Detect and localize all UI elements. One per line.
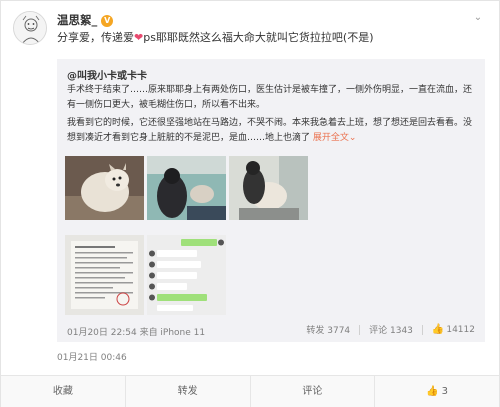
- chat-screenshot: [147, 235, 226, 315]
- post-image-4[interactable]: [65, 235, 144, 315]
- username[interactable]: 温思絮_ V: [57, 12, 114, 28]
- like-count: 3: [441, 386, 449, 397]
- post-image-5[interactable]: [147, 235, 226, 315]
- stat-divider: [421, 324, 423, 335]
- more-options-icon[interactable]: ⌄: [471, 13, 485, 23]
- avatar[interactable]: [13, 11, 47, 45]
- original-comment-count[interactable]: 评论 1343: [369, 323, 413, 336]
- like-button[interactable]: 👍 3: [375, 376, 499, 407]
- vet-clinic-photo-1: [147, 156, 226, 220]
- expand-label[interactable]: 展开全文: [313, 133, 349, 143]
- forward-button[interactable]: 转发: [126, 376, 251, 407]
- forward-label: 转发: [177, 386, 198, 397]
- verified-badge-icon: V: [101, 14, 114, 27]
- dog-photo: [65, 156, 144, 220]
- post-text: 分享爱，传递爱❤ps耶耶既然这么福大命大就叫它货拉拉吧(不是): [57, 30, 487, 46]
- original-paragraph-1: 手术终于结束了……原来耶耶身上有两处伤口，医生估计是被车撞了，一侧外伤明显，一直…: [67, 85, 473, 110]
- original-post-stats: 转发 3774 评论 1343 👍 14112: [306, 323, 475, 336]
- thumbs-up-icon: 👍: [426, 386, 439, 397]
- post-image-2[interactable]: [147, 156, 226, 220]
- medical-document-photo: [65, 235, 144, 315]
- expand-full-text-link[interactable]: 展开全文⌄: [313, 133, 357, 143]
- stat-divider: [359, 324, 361, 335]
- original-paragraph-2-text: 我看到它的时候，它还很坚强地站在马路边，不哭不闹。本来我急着去上班，想了想还是回…: [67, 118, 473, 143]
- original-post-meta: 01月20日 22:54 来自 iPhone 11: [67, 328, 206, 338]
- comment-label: 评论: [302, 386, 323, 397]
- favorite-button[interactable]: 收藏: [1, 376, 126, 407]
- post-image-1[interactable]: [65, 156, 144, 220]
- original-author-link[interactable]: @叫我小卡或卡卡: [67, 67, 147, 82]
- reposted-content: @叫我小卡或卡卡 手术终于结束了……原来耶耶身上有两处伤口，医生估计是被车撞了，…: [57, 59, 485, 342]
- post-timestamp[interactable]: 01月21日 00:46: [57, 350, 127, 363]
- weibo-post-card: 温思絮_ V ⌄ 分享爱，传递爱❤ps耶耶既然这么福大命大就叫它货拉拉吧(不是) …: [0, 0, 500, 407]
- action-bar: 收藏 转发 评论 👍 3: [1, 375, 499, 407]
- username-text[interactable]: 温思絮_: [57, 13, 97, 27]
- comment-button[interactable]: 评论: [251, 376, 376, 407]
- expand-arrow-icon[interactable]: ⌄: [349, 133, 357, 143]
- original-paragraph-2: 我看到它的时候，它还很坚强地站在马路边，不哭不闹。本来我急着去上班，想了想还是回…: [67, 116, 477, 146]
- original-like-button[interactable]: 👍 14112: [432, 324, 475, 335]
- favorite-label: 收藏: [52, 386, 73, 397]
- heart-icon: ❤: [134, 31, 144, 44]
- original-post-text: 手术终于结束了……原来耶耶身上有两处伤口，医生估计是被车撞了，一侧外伤明显，一直…: [67, 83, 477, 149]
- original-repost-count[interactable]: 转发 3774: [306, 323, 350, 336]
- avatar-image: [14, 12, 46, 44]
- vet-clinic-photo-2: [229, 156, 308, 220]
- post-image-3[interactable]: [229, 156, 308, 220]
- post-text-part1: 分享爱，传递爱: [57, 31, 134, 44]
- thumbs-up-icon: 👍: [431, 324, 445, 335]
- original-like-count: 14112: [446, 325, 475, 335]
- post-text-part2: ps耶耶既然这么福大命大就叫它货拉拉吧(不是): [143, 31, 374, 44]
